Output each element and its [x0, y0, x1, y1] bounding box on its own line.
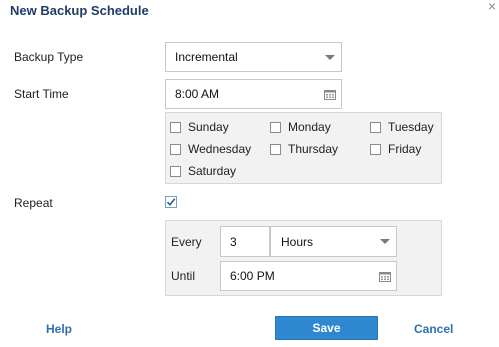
chevron-down-icon	[380, 239, 390, 244]
dialog-title: New Backup Schedule	[10, 3, 149, 18]
day-checkbox-thursday[interactable]: Thursday	[270, 142, 338, 156]
repeat-label: Repeat	[14, 196, 53, 210]
day-label: Saturday	[188, 164, 237, 178]
checkbox[interactable]	[170, 143, 181, 155]
day-label: Monday	[288, 120, 331, 134]
save-button[interactable]: Save	[275, 316, 378, 340]
every-input[interactable]: 3	[220, 226, 270, 257]
day-label: Sunday	[188, 120, 229, 134]
until-label: Until	[171, 269, 196, 283]
day-checkbox-tuesday[interactable]: Tuesday	[370, 120, 434, 134]
chevron-down-icon	[325, 54, 335, 60]
start-time-label: Start Time	[14, 87, 69, 101]
interval-unit-select[interactable]: Hours	[270, 226, 397, 257]
day-checkbox-monday[interactable]: Monday	[270, 120, 331, 134]
day-label: Wednesday	[188, 142, 252, 156]
cancel-link[interactable]: Cancel	[414, 322, 453, 336]
backup-type-select[interactable]: Incremental	[165, 42, 342, 72]
close-icon[interactable]: ×	[488, 0, 496, 13]
checkbox[interactable]	[270, 121, 281, 133]
day-checkbox-friday[interactable]: Friday	[370, 142, 421, 156]
checkbox[interactable]	[170, 121, 181, 133]
start-time-input[interactable]: 8:00 AM	[165, 79, 342, 109]
until-time-input[interactable]: 6:00 PM	[220, 261, 397, 291]
backup-type-label: Backup Type	[14, 50, 84, 64]
backup-schedule-dialog: New Backup Schedule × Backup Type Increm…	[0, 0, 499, 347]
every-value: 3	[230, 234, 237, 249]
repeat-checkbox[interactable]	[165, 196, 177, 208]
day-label: Tuesday	[388, 120, 434, 134]
day-label: Thursday	[288, 142, 339, 156]
start-time-value: 8:00 AM	[175, 87, 220, 101]
interval-unit-value: Hours	[281, 234, 314, 249]
day-checkbox-wednesday[interactable]: Wednesday	[170, 142, 251, 156]
checkmark-icon	[166, 198, 176, 207]
backup-type-value: Incremental	[175, 50, 238, 64]
day-checkbox-saturday[interactable]: Saturday	[170, 164, 236, 178]
day-checkbox-sunday[interactable]: Sunday	[170, 120, 229, 134]
calendar-icon[interactable]	[324, 89, 336, 100]
calendar-icon[interactable]	[379, 271, 391, 282]
checkbox[interactable]	[370, 143, 381, 155]
checkbox[interactable]	[370, 121, 381, 133]
day-label: Friday	[388, 142, 422, 156]
every-label: Every	[171, 235, 202, 249]
help-link[interactable]: Help	[46, 322, 72, 336]
checkbox[interactable]	[170, 165, 181, 177]
checkbox[interactable]	[270, 143, 281, 155]
until-time-value: 6:00 PM	[230, 269, 275, 283]
